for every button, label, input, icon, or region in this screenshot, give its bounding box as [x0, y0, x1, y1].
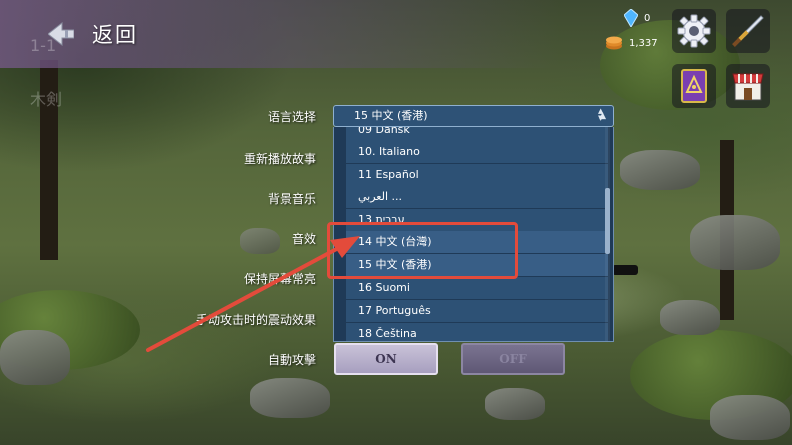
gem-counter: 0 [624, 9, 650, 27]
select-arrows-icon: ▲ ▼ [598, 107, 604, 122]
background-rock [710, 395, 790, 440]
auto-attack-label: 自動攻擊 [267, 353, 316, 367]
background-rock [660, 300, 720, 335]
shop-icon [732, 73, 764, 101]
language-option[interactable]: 10. Italiano [346, 141, 608, 163]
settings-button[interactable] [672, 9, 716, 53]
background-rock [240, 228, 280, 254]
background-bush [600, 20, 740, 110]
top-bar [0, 0, 560, 68]
language-option[interactable]: 09 Dansk [346, 127, 608, 141]
gear-icon [677, 14, 711, 48]
background-rock [485, 388, 545, 420]
weapon-button[interactable] [726, 9, 770, 53]
background-rock [690, 215, 780, 270]
background-rock [250, 378, 330, 418]
annotation-highlight-box [327, 222, 518, 279]
weapon-name: 木剣 [30, 90, 63, 109]
back-button[interactable]: 返回 [92, 19, 138, 49]
language-select[interactable]: 15 中文 (香港) ▲ [333, 105, 614, 127]
gem-count: 0 [644, 12, 651, 24]
auto-attack-on-button[interactable]: ON [334, 343, 438, 375]
shop-button[interactable] [726, 64, 770, 108]
vibration-label: 手动攻击时的震动效果 [195, 313, 316, 327]
spellbook-icon [681, 69, 707, 103]
background-rock [0, 330, 70, 385]
background-rock [620, 150, 700, 190]
coin-stack-icon [606, 36, 622, 50]
language-option[interactable]: 17 Português [346, 300, 608, 322]
replay-story-label: 重新播放故事 [243, 152, 316, 166]
language-select-label: 语言选择 [267, 110, 316, 124]
coin-count: 1,337 [629, 37, 658, 49]
sfx-label: 音效 [291, 232, 316, 246]
dropdown-scrollbar-thumb[interactable] [605, 188, 610, 254]
keep-screen-on-label: 保持屏幕常亮 [243, 272, 316, 286]
language-option[interactable]: 16 Suomi [346, 277, 608, 299]
language-option[interactable]: 18 Čeština [346, 323, 608, 341]
language-option[interactable]: 11 Español [346, 164, 608, 186]
bgm-label: 背景音乐 [267, 192, 316, 206]
spellbook-button[interactable] [672, 64, 716, 108]
language-option[interactable]: العربي ... [346, 186, 608, 208]
gem-icon [624, 9, 638, 27]
back-arrow-icon[interactable] [48, 22, 74, 46]
auto-attack-off-button[interactable]: OFF [461, 343, 565, 375]
sword-icon [732, 15, 764, 47]
language-select-value: 15 中文 (香港) [354, 109, 428, 122]
health-bar-shadow [612, 265, 638, 275]
coin-counter: 1,337 [605, 36, 658, 50]
